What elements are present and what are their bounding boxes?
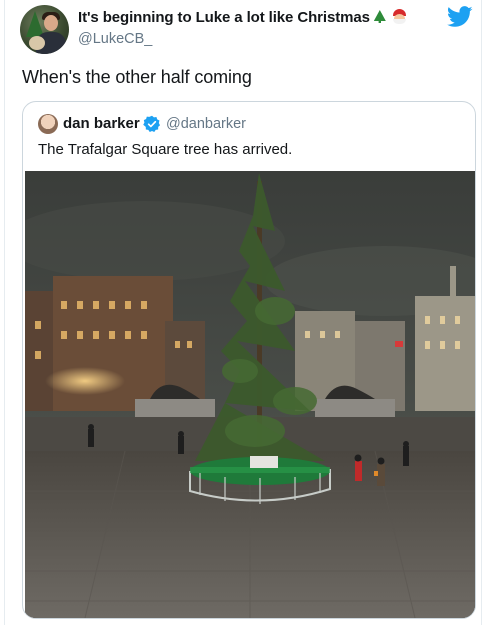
trafalgar-tree-photo	[25, 171, 475, 618]
avatar-person-face	[44, 15, 58, 31]
tweet-card: It's beginning to Luke a lot like Christ…	[4, 0, 482, 625]
avatar-dog	[29, 36, 45, 50]
verified-badge-icon	[143, 115, 161, 133]
twitter-bird-icon[interactable]	[447, 6, 473, 28]
author-display-name[interactable]: It's beginning to Luke a lot like Christ…	[78, 9, 407, 26]
tweet-text: When's the other half coming	[22, 67, 252, 87]
author-handle[interactable]: @LukeCB_	[78, 31, 152, 47]
author-avatar[interactable]	[20, 5, 69, 54]
author-display-name-text: It's beginning to Luke a lot like Christ…	[78, 9, 370, 26]
quoted-author-avatar[interactable]	[38, 114, 58, 134]
quoted-author-handle[interactable]: @danbarker	[166, 116, 246, 132]
christmas-tree-emoji-icon	[373, 10, 386, 23]
quoted-tweet[interactable]: dan barker @danbarker The Trafalgar Squa…	[22, 101, 476, 619]
quoted-tweet-photo[interactable]	[25, 171, 475, 618]
quoted-tweet-text: The Trafalgar Square tree has arrived.	[38, 141, 293, 158]
quoted-author-name[interactable]: dan barker	[63, 115, 140, 132]
santa-emoji-icon	[392, 9, 407, 24]
